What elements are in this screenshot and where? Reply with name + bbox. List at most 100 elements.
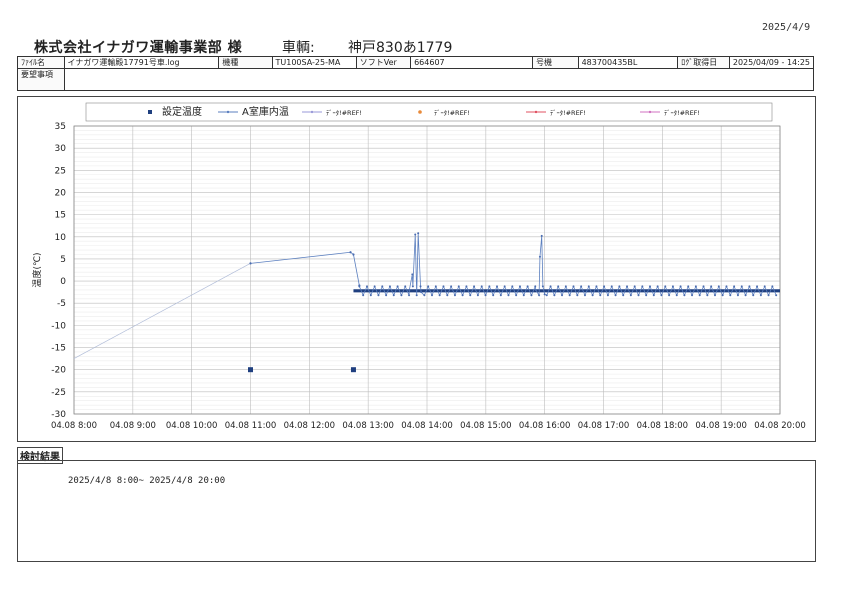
temp-point	[408, 294, 411, 297]
temp-point	[496, 285, 499, 288]
temp-point	[450, 285, 453, 288]
temp-point	[522, 294, 525, 297]
y-tick-label: -10	[51, 321, 66, 331]
temp-point	[591, 294, 594, 297]
temp-point	[396, 285, 399, 288]
legend-label: ﾃﾞｰﾀ!#REF!	[664, 109, 700, 117]
y-axis-label: 温度(℃)	[31, 252, 43, 287]
temp-line-segment	[250, 251, 360, 286]
x-tick-label: 04.08 11:00	[225, 421, 277, 431]
temp-point	[679, 285, 682, 288]
y-tick-label: 25	[55, 166, 66, 176]
temp-point	[526, 285, 529, 288]
legend-marker	[148, 110, 152, 114]
temp-point	[557, 285, 560, 288]
temp-point	[763, 285, 766, 288]
temp-point	[656, 285, 659, 288]
temp-point	[446, 294, 449, 297]
temp-point	[668, 294, 671, 297]
temp-point	[431, 294, 434, 297]
legend-marker	[310, 110, 314, 114]
temp-point	[675, 294, 678, 297]
temp-point	[530, 294, 533, 297]
x-tick-label: 04.08 12:00	[284, 421, 336, 431]
temp-point	[358, 285, 361, 288]
temp-point	[473, 285, 476, 288]
temp-point	[568, 294, 571, 297]
temp-point	[420, 291, 423, 294]
temp-point	[576, 294, 579, 297]
temp-point	[484, 294, 487, 297]
temp-point	[427, 285, 430, 288]
temp-point	[381, 285, 384, 288]
temp-point	[365, 285, 368, 288]
x-tick-label: 04.08 18:00	[637, 421, 689, 431]
temp-point	[713, 294, 716, 297]
y-tick-label: 5	[60, 255, 66, 265]
y-tick-label: 35	[55, 122, 66, 132]
temp-point	[388, 285, 391, 288]
temp-point	[561, 294, 564, 297]
temp-point	[457, 285, 460, 288]
temp-point	[583, 294, 586, 297]
temp-point	[438, 294, 441, 297]
temp-point	[385, 294, 388, 297]
y-tick-label: 20	[55, 188, 67, 198]
temp-point	[553, 294, 556, 297]
temp-point	[419, 285, 422, 288]
temp-point	[614, 294, 617, 297]
x-tick-label: 04.08 8:00	[51, 421, 97, 431]
temp-point	[414, 233, 417, 236]
temp-point	[767, 294, 770, 297]
temp-point	[626, 285, 629, 288]
temp-point	[725, 285, 728, 288]
temp-point	[469, 294, 472, 297]
result-text: 2025/4/8 8:00~ 2025/4/8 20:00	[68, 476, 226, 486]
temp-point	[648, 285, 651, 288]
temp-point	[538, 255, 541, 258]
temp-point	[564, 285, 567, 288]
legend-marker	[648, 110, 652, 114]
legend-marker	[418, 110, 422, 114]
x-tick-label: 04.08 9:00	[110, 421, 156, 431]
legend-label: A室庫内温	[242, 105, 289, 118]
temp-point	[377, 294, 380, 297]
y-tick-label: 30	[55, 144, 67, 154]
temp-point	[369, 294, 372, 297]
temp-point	[515, 294, 518, 297]
temp-point	[618, 285, 621, 288]
temp-point	[706, 294, 709, 297]
temp-point	[492, 294, 495, 297]
temp-point	[756, 285, 759, 288]
temp-oscillation	[358, 233, 777, 297]
temp-point	[465, 285, 468, 288]
x-tick-label: 04.08 20:00	[754, 421, 806, 431]
temp-point	[541, 285, 544, 288]
temp-point	[664, 285, 667, 288]
x-tick-label: 04.08 10:00	[166, 421, 218, 431]
temp-point	[404, 285, 407, 288]
temp-point	[392, 294, 395, 297]
temp-point	[748, 285, 751, 288]
y-tick-label: 15	[55, 211, 66, 221]
temp-point	[442, 285, 445, 288]
temp-point	[411, 273, 414, 276]
temp-point	[683, 294, 686, 297]
temp-point	[488, 285, 491, 288]
legend-label: 設定温度	[162, 105, 202, 118]
temp-point	[362, 294, 365, 297]
temp-point	[694, 285, 697, 288]
temp-point	[411, 285, 414, 288]
temp-point	[580, 285, 583, 288]
temp-point	[698, 294, 701, 297]
temp-point	[408, 288, 411, 291]
y-tick-label: -5	[57, 299, 66, 309]
x-tick-label: 04.08 15:00	[460, 421, 512, 431]
temp-point	[622, 294, 625, 297]
temp-point	[775, 294, 778, 297]
temp-point	[652, 294, 655, 297]
legend-label: ﾃﾞｰﾀ!#REF!	[434, 109, 470, 117]
temp-point	[415, 294, 418, 297]
temp-point	[645, 294, 648, 297]
temp-point	[423, 294, 426, 297]
